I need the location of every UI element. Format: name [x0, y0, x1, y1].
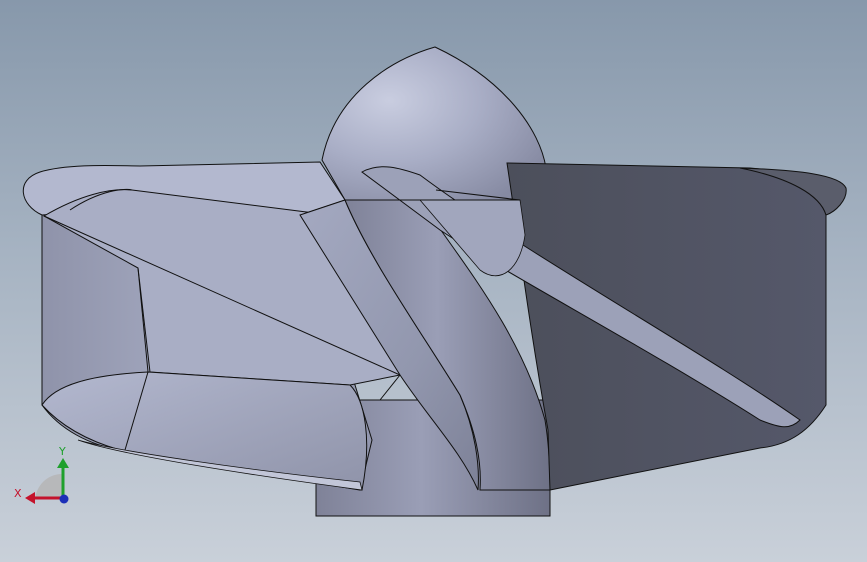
triad-x-arrowhead	[25, 492, 35, 504]
triad-z-axis	[59, 494, 69, 504]
triad-y-label: Y	[58, 445, 66, 458]
triad-y-arrowhead	[57, 458, 69, 468]
view-orientation-triad[interactable]: Y X	[0, 0, 867, 562]
triad-x-label: X	[14, 487, 22, 500]
triad-plane	[35, 474, 62, 498]
graphics-viewport[interactable]: Y X	[0, 0, 867, 562]
